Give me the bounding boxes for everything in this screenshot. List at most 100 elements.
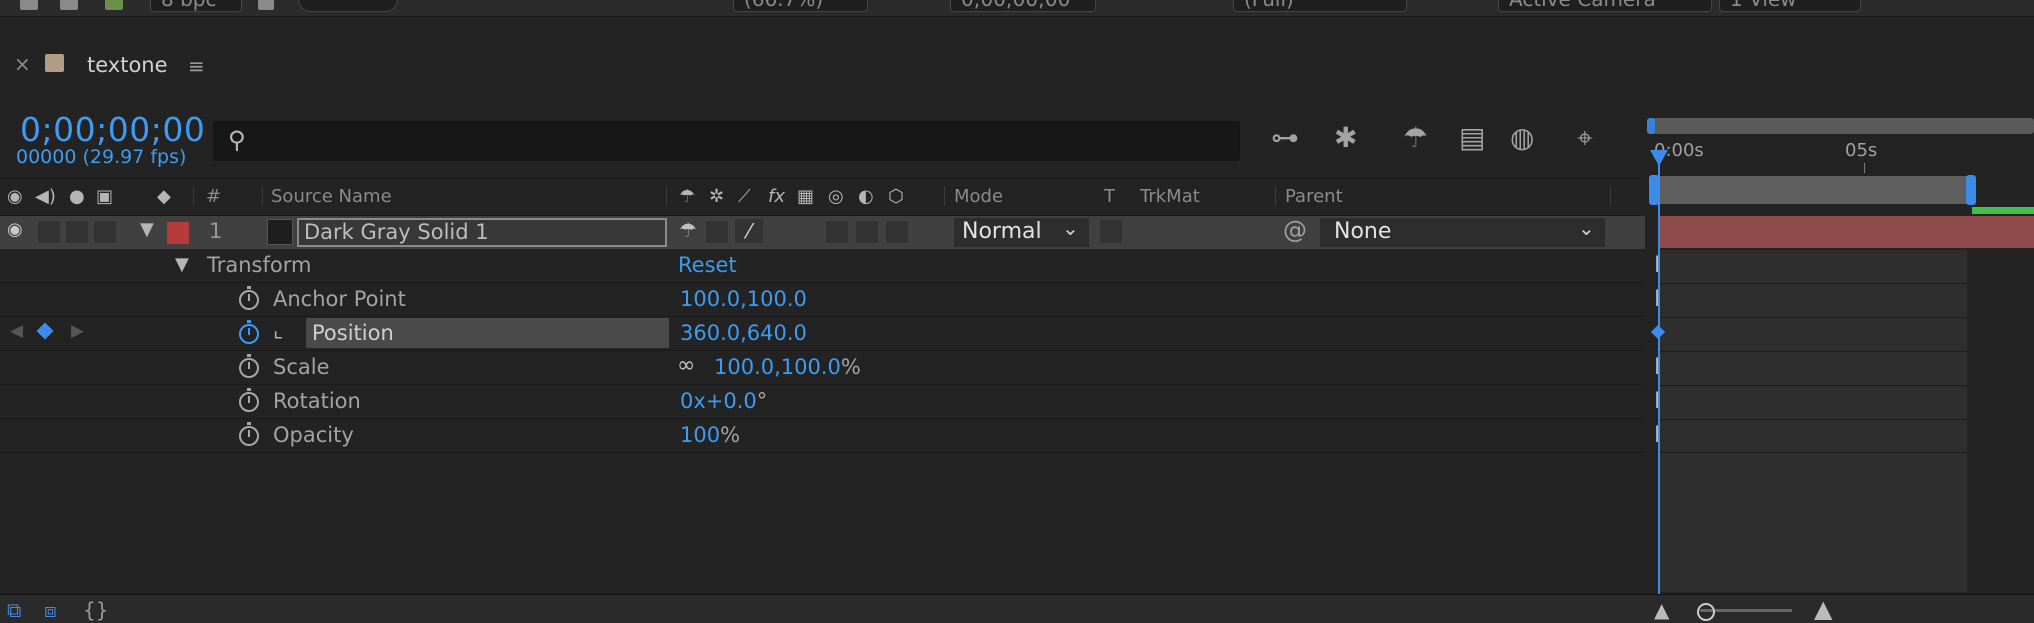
shy-layers-icon[interactable]: ☂ bbox=[1403, 121, 1428, 155]
zoom-dropdown[interactable]: (66.7%) bbox=[733, 0, 868, 12]
mode-dropdown-value[interactable]: Normal bbox=[962, 219, 1042, 244]
trkmat-header[interactable]: TrkMat bbox=[1140, 186, 1200, 207]
3d-layer-icon[interactable]: ⬡ bbox=[888, 186, 904, 207]
time-ruler-label: 05s bbox=[1845, 140, 1878, 161]
solo-icon[interactable]: ● bbox=[69, 186, 85, 207]
property-track-area[interactable] bbox=[1660, 250, 1967, 592]
property-value[interactable]: 100.0,100.0 bbox=[680, 287, 807, 311]
graph-icon[interactable]: ⌞ bbox=[273, 318, 283, 343]
render-cache-bar bbox=[1972, 207, 2034, 214]
current-time-field[interactable]: 0;00;00;00 bbox=[950, 0, 1096, 12]
layer-label-color[interactable] bbox=[167, 222, 189, 244]
video-toggle-icon[interactable]: ◉ bbox=[7, 186, 23, 207]
in-out-toggle-icon[interactable]: {} bbox=[83, 598, 108, 622]
source-name-header[interactable]: Source Name bbox=[271, 186, 392, 207]
effects-switch-icon[interactable]: fx bbox=[768, 186, 785, 207]
navigator-start-handle[interactable] bbox=[1647, 118, 1655, 134]
property-value[interactable]: 100% bbox=[680, 423, 740, 447]
constrain-proportions-link-icon[interactable]: ∞ bbox=[677, 353, 695, 378]
layer-adjust-switch[interactable] bbox=[856, 221, 878, 243]
transform-label: Transform bbox=[207, 253, 312, 277]
shy-switch-icon[interactable]: ☂ bbox=[679, 186, 695, 207]
layer-quality-switch-icon[interactable]: ⁄ bbox=[735, 219, 763, 243]
preserve-transparency-header[interactable]: T bbox=[1104, 186, 1115, 207]
stopwatch-icon[interactable] bbox=[239, 422, 259, 446]
layer-duration-bar[interactable] bbox=[1660, 216, 2034, 248]
audio-icon[interactable]: ◀) bbox=[35, 186, 56, 207]
scale-value-number[interactable]: 100.0,100.0 bbox=[714, 355, 841, 379]
motion-blur-icon[interactable]: ◍ bbox=[1510, 121, 1534, 155]
layer-3d-switch[interactable] bbox=[886, 221, 908, 243]
chevron-down-icon[interactable]: ⌄ bbox=[1062, 216, 1079, 240]
parent-dropdown-value[interactable]: None bbox=[1334, 219, 1391, 244]
layer-expand-triangle-icon[interactable]: ▼ bbox=[140, 219, 154, 240]
lock-icon[interactable]: ▣ bbox=[96, 186, 113, 207]
color-picker-icon[interactable] bbox=[105, 0, 123, 10]
draft-3d-icon[interactable]: ✱ bbox=[1334, 121, 1357, 155]
toolbar-pill[interactable] bbox=[298, 0, 398, 12]
previous-keyframe-icon[interactable]: ◀ bbox=[10, 321, 23, 341]
layer-visibility-eye-icon[interactable]: ◉ bbox=[7, 219, 23, 240]
layer-audio-switch[interactable] bbox=[38, 221, 60, 243]
search-input[interactable] bbox=[213, 121, 1240, 161]
layer-switches-toggle-icon[interactable]: ⧉ bbox=[7, 598, 21, 622]
next-keyframe-icon[interactable]: ▶ bbox=[71, 321, 84, 341]
adjustment-layer-icon[interactable]: ◐ bbox=[858, 186, 874, 207]
zoom-slider-thumb[interactable] bbox=[1697, 603, 1715, 621]
layer-collapse-switch[interactable] bbox=[706, 221, 728, 243]
frame-blend-switch-icon[interactable]: ▦ bbox=[797, 186, 814, 207]
collapse-switch-icon[interactable]: ✲ bbox=[709, 186, 724, 207]
layer-solo-switch[interactable] bbox=[66, 221, 88, 243]
trash-icon[interactable] bbox=[258, 0, 274, 10]
playhead-line[interactable] bbox=[1658, 150, 1660, 595]
rotation-value-number[interactable]: 0x+0.0 bbox=[680, 389, 757, 413]
parent-pickwhip-icon[interactable]: @ bbox=[1283, 216, 1307, 244]
graph-editor-icon[interactable]: ⌖ bbox=[1577, 121, 1593, 155]
property-value[interactable]: 0x+0.0° bbox=[680, 389, 767, 413]
property-value[interactable]: 360.0,640.0 bbox=[680, 321, 807, 345]
layer-number-header[interactable]: # bbox=[206, 186, 221, 207]
stopwatch-icon[interactable] bbox=[239, 286, 259, 310]
ruler-tick bbox=[1864, 163, 1865, 173]
motion-blur-switch-icon[interactable]: ◎ bbox=[828, 186, 844, 207]
transform-expand-triangle-icon[interactable]: ▼ bbox=[175, 254, 189, 275]
frame-blending-icon[interactable]: ▤ bbox=[1459, 121, 1485, 155]
resolution-dropdown[interactable]: (Full) bbox=[1233, 0, 1407, 12]
mode-header[interactable]: Mode bbox=[954, 186, 1003, 207]
stopwatch-icon[interactable] bbox=[239, 388, 259, 412]
navigator-bar[interactable] bbox=[1650, 118, 2034, 134]
work-area-bar[interactable] bbox=[1653, 176, 1973, 204]
bpc-button[interactable]: 8 bpc bbox=[150, 0, 242, 12]
preserve-transparency-checkbox[interactable] bbox=[1100, 220, 1122, 243]
layer-mblur-switch[interactable] bbox=[826, 221, 848, 243]
parent-header[interactable]: Parent bbox=[1285, 186, 1343, 207]
toggle-icon[interactable] bbox=[20, 0, 38, 10]
panel-menu-icon[interactable]: ≡ bbox=[188, 54, 205, 78]
stopwatch-icon[interactable] bbox=[239, 354, 259, 378]
opacity-value-number[interactable]: 100 bbox=[680, 423, 720, 447]
playhead-handle[interactable] bbox=[1650, 150, 1668, 166]
stopwatch-active-icon[interactable] bbox=[239, 320, 259, 344]
layer-lock-switch[interactable] bbox=[94, 221, 116, 243]
zoom-out-mountain-icon[interactable]: ▲ bbox=[1654, 598, 1669, 622]
composition-flowchart-icon[interactable]: ⊶ bbox=[1271, 121, 1299, 155]
search-icon[interactable]: ⚲ bbox=[228, 126, 246, 154]
current-timecode[interactable]: 0;00;00;00 bbox=[20, 110, 205, 149]
chevron-down-icon[interactable]: ⌄ bbox=[1578, 216, 1595, 240]
quality-switch-icon[interactable]: ⟋ bbox=[738, 186, 751, 207]
transform-reset-link[interactable]: Reset bbox=[678, 253, 737, 277]
transfer-controls-toggle-icon[interactable]: ⧈ bbox=[44, 598, 57, 622]
panel-title[interactable]: textone bbox=[87, 53, 168, 77]
layer-name-field[interactable]: Dark Gray Solid 1 bbox=[297, 218, 667, 247]
label-icon[interactable]: ◆ bbox=[157, 186, 171, 207]
snapshot-icon[interactable] bbox=[60, 0, 78, 10]
property-name: Position bbox=[312, 321, 394, 345]
layer-shy-switch-icon[interactable]: ☂ bbox=[679, 218, 697, 242]
zoom-in-mountain-icon[interactable]: ▲ bbox=[1814, 595, 1832, 623]
work-area-end-handle[interactable] bbox=[1966, 175, 1976, 205]
property-value[interactable]: 100.0,100.0% bbox=[714, 355, 861, 379]
frame-rate-readout: 00000 (29.97 fps) bbox=[16, 146, 187, 168]
close-icon[interactable]: × bbox=[14, 52, 31, 76]
camera-dropdown[interactable]: Active Camera bbox=[1498, 0, 1712, 12]
view-layout-dropdown[interactable]: 1 View bbox=[1719, 0, 1861, 12]
